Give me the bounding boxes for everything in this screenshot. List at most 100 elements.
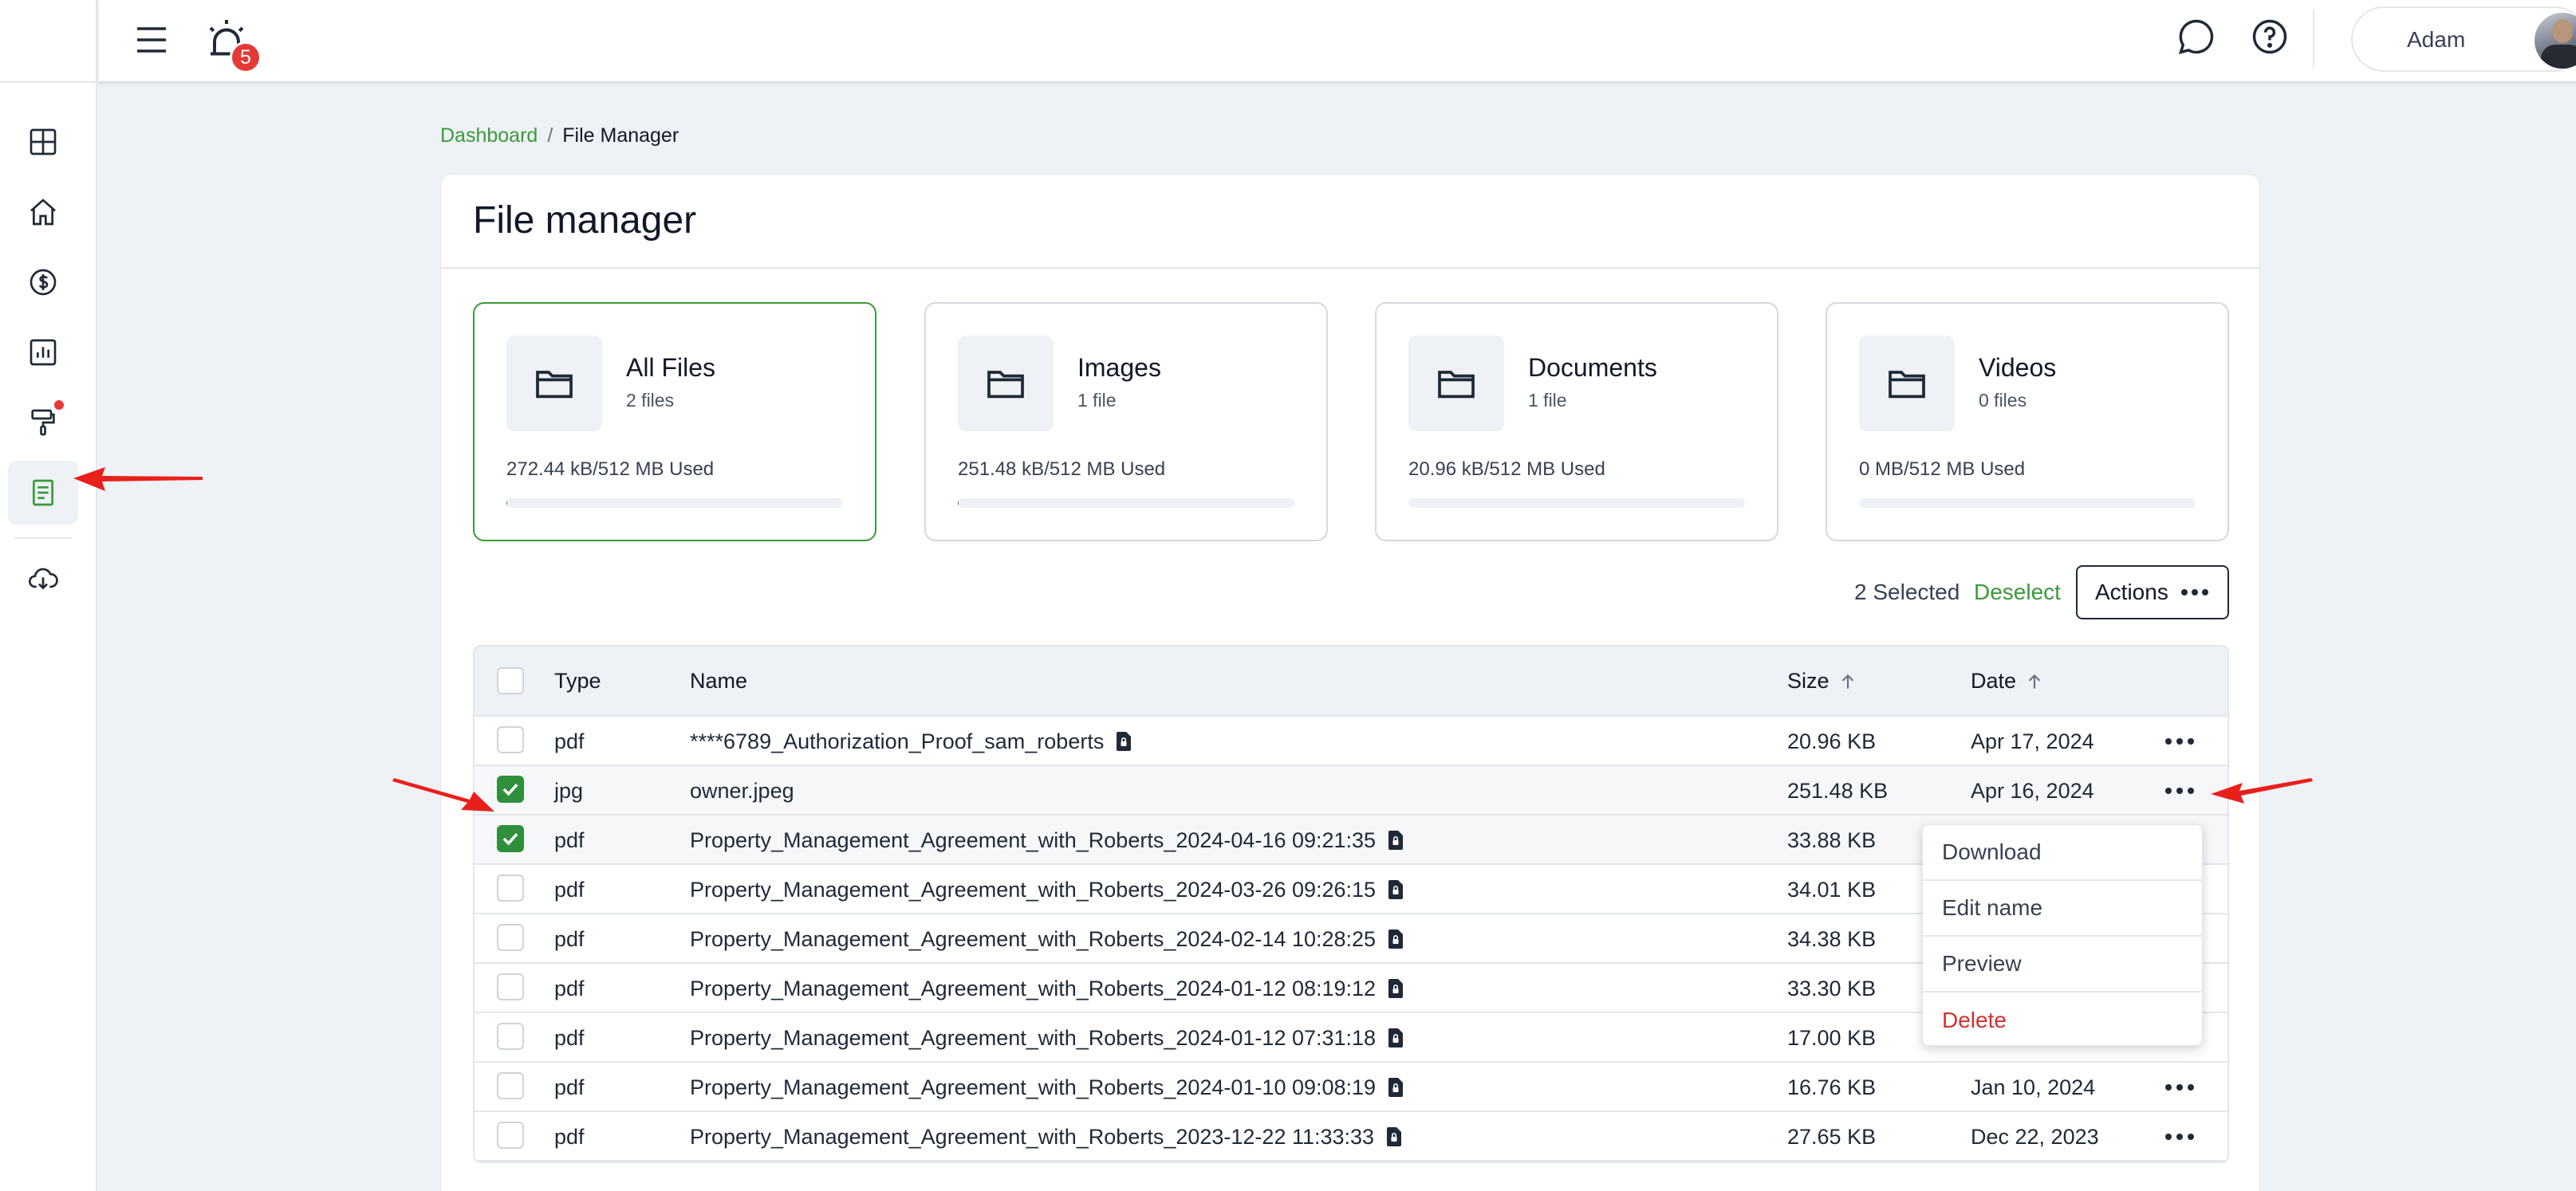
card-images[interactable]: Images 1 file 251.48 kB/512 MB Used: [924, 302, 1328, 541]
row-name[interactable]: Property_Management_Agreement_with_Rober…: [690, 914, 1404, 964]
paint-roller-icon: [31, 409, 55, 436]
header-date[interactable]: Date: [1971, 669, 2045, 694]
selected-count: 2 Selected: [1854, 580, 1960, 604]
row-name[interactable]: Property_Management_Agreement_with_Rober…: [690, 964, 1404, 1013]
menu-item-edit-name[interactable]: Edit name: [1923, 881, 2202, 937]
actions-button[interactable]: Actions: [2076, 565, 2229, 619]
card-videos[interactable]: Videos 0 files 0 MB/512 MB Used: [1826, 302, 2229, 541]
sidebar-item-finance[interactable]: [8, 250, 78, 314]
page-title: File manager: [473, 199, 697, 242]
header-name[interactable]: Name: [690, 669, 747, 694]
table-row[interactable]: pdf ****6789_Authorization_Proof_sam_robe…: [475, 717, 2227, 766]
row-checkbox[interactable]: [497, 1023, 524, 1050]
storage-progress-bar: [1408, 498, 1745, 508]
row-size: 34.01 KB: [1787, 877, 1877, 902]
row-type: jpg: [554, 778, 584, 803]
card-file-count: 0 files: [1979, 390, 2027, 411]
card-documents[interactable]: Documents 1 file 20.96 kB/512 MB Used: [1375, 302, 1778, 541]
row-checkbox[interactable]: [497, 973, 524, 1000]
card-title: All Files: [626, 353, 716, 382]
card-all-files[interactable]: All Files 2 files 272.44 kB/512 MB Used: [473, 302, 876, 541]
row-size: 33.30 KB: [1787, 976, 1877, 1000]
folder-icon: [1889, 371, 1925, 399]
row-checkbox[interactable]: [497, 726, 524, 753]
row-name[interactable]: Property_Management_Agreement_with_Rober…: [690, 816, 1404, 865]
row-name[interactable]: Property_Management_Agreement_with_Rober…: [690, 1063, 1404, 1112]
sidebar-item-maintenance[interactable]: [8, 391, 78, 454]
document-icon: [33, 479, 53, 506]
table-header: Type Name Size Date: [475, 647, 2227, 717]
table-row[interactable]: jpg owner.jpeg 251.48 KB Apr 16, 2024: [475, 766, 2227, 816]
row-size: 17.00 KB: [1787, 1025, 1877, 1050]
folder-icon-box: [1408, 336, 1504, 431]
user-menu[interactable]: Adam: [2351, 6, 2576, 72]
folder-icon: [987, 371, 1024, 399]
top-bar: 5 Adam: [99, 0, 2576, 83]
row-checkbox[interactable]: [497, 1072, 524, 1099]
select-all-checkbox[interactable]: [497, 667, 524, 694]
row-type: pdf: [554, 926, 585, 951]
table-row[interactable]: pdf Property_Management_Agreement_with_Ro…: [475, 1063, 2227, 1112]
row-name[interactable]: ****6789_Authorization_Proof_sam_roberts: [690, 717, 1132, 766]
table-row[interactable]: pdf Property_Management_Agreement_with_Ro…: [475, 1112, 2227, 1162]
row-size: 20.96 KB: [1787, 729, 1877, 753]
user-name: Adam: [2407, 27, 2466, 52]
menu-item-delete[interactable]: Delete: [1923, 992, 2202, 1048]
breadcrumb-dashboard-link[interactable]: Dashboard: [440, 124, 538, 147]
card-title: Documents: [1528, 353, 1657, 382]
topbar-divider: [2313, 10, 2314, 67]
deselect-button[interactable]: Deselect: [1974, 580, 2061, 605]
row-size: 34.38 KB: [1787, 926, 1877, 951]
sort-arrow-up-icon: [1841, 674, 1853, 689]
row-name[interactable]: Property_Management_Agreement_with_Rober…: [690, 1013, 1404, 1063]
row-checkbox[interactable]: [497, 776, 524, 803]
row-name-text: Property_Management_Agreement_with_Rober…: [690, 877, 1377, 902]
sidebar-item-downloads[interactable]: [8, 547, 78, 611]
breadcrumb: Dashboard / File Manager: [440, 124, 679, 147]
row-size: 27.65 KB: [1787, 1124, 1877, 1149]
chat-icon[interactable]: [2176, 16, 2217, 57]
sidebar: [0, 0, 97, 1191]
help-icon[interactable]: [2249, 16, 2290, 57]
row-more-icon[interactable]: [2165, 717, 2194, 766]
card-file-count: 1 file: [1077, 390, 1117, 411]
row-name-text: Property_Management_Agreement_with_Rober…: [690, 976, 1377, 1000]
row-name[interactable]: Property_Management_Agreement_with_Rober…: [690, 1112, 1403, 1162]
card-storage-used: 20.96 kB/512 MB Used: [1408, 458, 1605, 480]
row-more-icon[interactable]: [2165, 1112, 2194, 1162]
sidebar-item-dashboard[interactable]: [8, 110, 78, 174]
sidebar-item-home[interactable]: [8, 180, 78, 244]
sidebar-item-reports[interactable]: [8, 320, 78, 384]
sidebar-divider: [14, 537, 72, 539]
row-type: pdf: [554, 877, 585, 902]
header-size[interactable]: Size: [1787, 669, 1858, 694]
row-type: pdf: [554, 729, 585, 753]
row-checkbox[interactable]: [497, 1122, 524, 1149]
row-name-text: ****6789_Authorization_Proof_sam_roberts: [690, 729, 1105, 753]
sidebar-item-files[interactable]: [8, 461, 78, 525]
menu-item-preview[interactable]: Preview: [1923, 937, 2202, 992]
row-more-icon[interactable]: [2165, 766, 2194, 816]
row-size: 16.76 KB: [1787, 1075, 1877, 1099]
menu-item-download[interactable]: Download: [1923, 825, 2202, 881]
sort-arrow-up-icon: [2028, 674, 2041, 689]
row-size: 251.48 KB: [1787, 778, 1889, 803]
row-name[interactable]: Property_Management_Agreement_with_Rober…: [690, 865, 1404, 914]
card-file-count: 1 file: [1528, 390, 1567, 411]
row-checkbox[interactable]: [497, 924, 524, 951]
card-title: Videos: [1979, 353, 2057, 382]
breadcrumb-separator: /: [547, 124, 553, 147]
check-icon: [502, 832, 518, 846]
row-name-text: Property_Management_Agreement_with_Rober…: [690, 1025, 1377, 1050]
lock-icon: [1388, 979, 1404, 998]
lock-icon: [1388, 831, 1404, 850]
lock-icon: [1387, 1127, 1402, 1146]
lock-icon: [1388, 880, 1404, 899]
row-checkbox[interactable]: [497, 875, 524, 902]
sidebar-logo-area: [0, 0, 96, 83]
row-more-icon[interactable]: [2165, 1063, 2194, 1112]
row-checkbox[interactable]: [497, 825, 524, 852]
row-name[interactable]: owner.jpeg: [690, 766, 794, 816]
folder-icon-box: [506, 336, 602, 431]
menu-icon[interactable]: [132, 21, 171, 59]
